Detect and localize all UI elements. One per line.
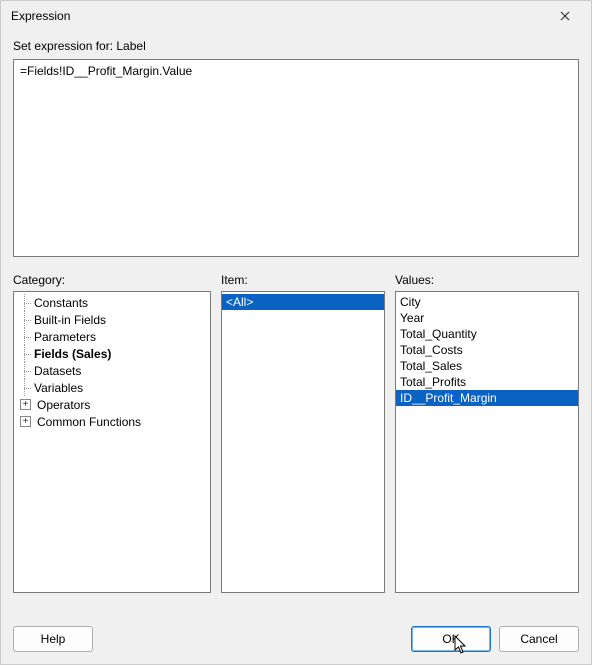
tree-node-label: Parameters: [32, 330, 98, 344]
tree-node-label: Built-in Fields: [32, 313, 108, 327]
category-label: Category:: [13, 273, 211, 289]
tree-node[interactable]: Common Functions: [16, 413, 208, 430]
tree-node[interactable]: Operators: [16, 396, 208, 413]
values-list[interactable]: CityYearTotal_QuantityTotal_CostsTotal_S…: [395, 291, 579, 593]
ok-button[interactable]: OK: [411, 626, 491, 652]
ok-button-label: OK: [442, 632, 459, 646]
tree-line-icon: [20, 294, 32, 311]
item-list[interactable]: <All>: [221, 291, 385, 593]
titlebar: Expression: [1, 1, 591, 31]
tree-node[interactable]: Constants: [16, 294, 208, 311]
close-button[interactable]: [547, 2, 583, 30]
values-list-row[interactable]: Total_Profits: [396, 374, 578, 390]
dialog-content: Set expression for: Label =Fields!ID__Pr…: [1, 31, 591, 664]
tree-node-label: Datasets: [32, 364, 83, 378]
help-button[interactable]: Help: [13, 626, 93, 652]
values-label: Values:: [395, 273, 579, 289]
dialog-buttons: Help OK Cancel: [13, 614, 579, 652]
tree-node[interactable]: Variables: [16, 379, 208, 396]
tree-node[interactable]: Built-in Fields: [16, 311, 208, 328]
tree-node-label: Variables: [32, 381, 85, 395]
item-column: Item: <All>: [221, 273, 385, 593]
tree-node-label: Common Functions: [35, 415, 143, 429]
expand-icon[interactable]: [20, 416, 31, 427]
item-list-row[interactable]: <All>: [222, 294, 384, 310]
picker-panels: Category: Constants Built-in Fields Parame…: [13, 273, 579, 593]
values-list-row[interactable]: City: [396, 294, 578, 310]
values-list-row[interactable]: Year: [396, 310, 578, 326]
values-list-row[interactable]: Total_Costs: [396, 342, 578, 358]
expression-dialog: Expression Set expression for: Label =Fi…: [0, 0, 592, 665]
close-icon: [560, 11, 570, 21]
window-title: Expression: [11, 9, 547, 23]
set-expression-for-label: Set expression for: Label: [13, 37, 579, 55]
category-tree[interactable]: Constants Built-in Fields Parameters Fields…: [13, 291, 211, 593]
expand-icon[interactable]: [20, 399, 31, 410]
tree-node-label: Fields (Sales): [32, 347, 113, 361]
tree-node[interactable]: Fields (Sales): [16, 345, 208, 362]
cancel-button[interactable]: Cancel: [499, 626, 579, 652]
category-column: Category: Constants Built-in Fields Parame…: [13, 273, 211, 593]
values-column: Values: CityYearTotal_QuantityTotal_Cost…: [395, 273, 579, 593]
tree-node[interactable]: Datasets: [16, 362, 208, 379]
tree-line-icon: [20, 345, 32, 362]
values-list-row[interactable]: Total_Quantity: [396, 326, 578, 342]
tree-line-icon: [20, 379, 32, 396]
item-label: Item:: [221, 273, 385, 289]
tree-node-label: Constants: [32, 296, 90, 310]
tree-line-icon: [20, 311, 32, 328]
tree-node[interactable]: Parameters: [16, 328, 208, 345]
expression-input[interactable]: =Fields!ID__Profit_Margin.Value: [13, 59, 579, 257]
tree-line-icon: [20, 328, 32, 345]
values-list-row[interactable]: Total_Sales: [396, 358, 578, 374]
values-list-row[interactable]: ID__Profit_Margin: [396, 390, 578, 406]
tree-line-icon: [20, 362, 32, 379]
tree-node-label: Operators: [35, 398, 92, 412]
